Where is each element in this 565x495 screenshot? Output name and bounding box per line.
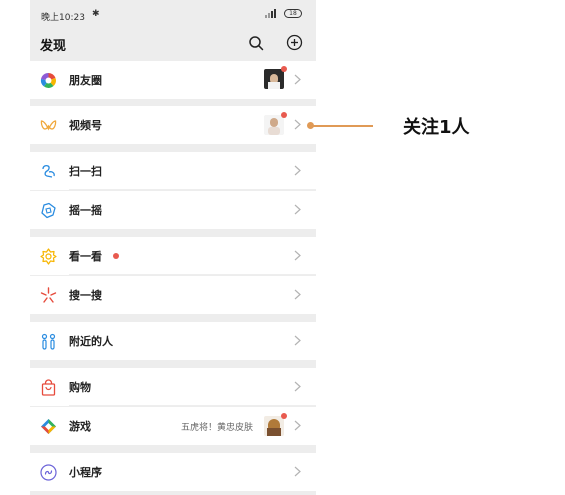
chevron-right-icon <box>294 381 301 392</box>
page-title: 发现 <box>40 39 67 54</box>
annotation-label: 关注1人 <box>403 117 470 138</box>
mini-programs-icon <box>40 464 57 481</box>
annotation-line <box>312 125 373 127</box>
chevron-right-icon <box>294 204 301 215</box>
list-item-nearby[interactable]: 附近的人 <box>30 322 316 360</box>
row-divider <box>69 189 316 190</box>
row-divider <box>69 405 316 406</box>
search-sparkle-icon <box>40 287 57 303</box>
mini-programs-label: 小程序 <box>69 466 102 479</box>
list-item-top-stories[interactable]: 看一看 <box>30 237 316 275</box>
scan-label: 扫一扫 <box>69 165 102 178</box>
games-new-dot <box>281 413 287 419</box>
signal-icon <box>265 9 276 18</box>
chevron-right-icon <box>294 250 301 261</box>
bluetooth-icon: ✱ <box>92 9 100 19</box>
top-stories-icon <box>40 248 57 265</box>
row-divider <box>69 274 316 275</box>
games-promo-thumbnail <box>264 416 284 436</box>
nearby-label: 附近的人 <box>69 335 113 348</box>
shake-label: 摇一摇 <box>69 204 102 217</box>
battery-icon: 18 <box>284 9 302 18</box>
games-diamond-icon <box>41 419 56 434</box>
channels-label: 视频号 <box>69 119 102 132</box>
moments-aperture-icon <box>40 72 56 88</box>
games-promo-text: 五虎将！黄忠皮肤 <box>181 423 254 433</box>
top-stories-label: 看一看 <box>69 250 102 263</box>
list-item-shopping[interactable]: 购物 <box>30 368 316 406</box>
moments-thumbnail <box>264 69 284 89</box>
nearby-people-icon <box>41 333 56 350</box>
channels-new-dot <box>281 112 287 118</box>
list-item-channels[interactable]: 视频号 <box>30 106 316 144</box>
chevron-right-icon <box>294 420 301 431</box>
list-item-shake[interactable]: 摇一摇 <box>30 191 316 229</box>
list-item-moments[interactable]: 朋友圈 <box>30 61 316 99</box>
games-label: 游戏 <box>69 420 91 433</box>
list-item-search[interactable]: 搜一搜 <box>30 276 316 314</box>
moments-new-dot <box>281 66 287 72</box>
channels-butterfly-icon <box>40 120 57 131</box>
scan-icon <box>42 164 55 178</box>
search-icon[interactable] <box>248 35 264 51</box>
chevron-right-icon <box>294 165 301 176</box>
chevron-right-icon <box>294 466 301 477</box>
plus-circle-icon[interactable] <box>286 34 303 51</box>
list-item-mini-programs[interactable]: 小程序 <box>30 453 316 491</box>
phone-screen: 晚上10:23 ✱ 18 发现 朋友圈 视频号 扫一扫 摇一摇 看一看 搜一搜 … <box>30 0 316 495</box>
status-bar: 晚上10:23 ✱ 18 <box>30 0 316 28</box>
chevron-right-icon <box>294 289 301 300</box>
top-stories-new-dot <box>113 253 119 259</box>
channels-avatar <box>264 115 284 135</box>
list-item-scan[interactable]: 扫一扫 <box>30 152 316 190</box>
search-label: 搜一搜 <box>69 289 102 302</box>
status-time: 晚上10:23 <box>41 13 85 23</box>
chevron-right-icon <box>294 119 301 130</box>
shopping-label: 购物 <box>69 381 91 394</box>
shopping-bag-icon <box>41 379 56 396</box>
shake-icon <box>41 202 56 219</box>
moments-label: 朋友圈 <box>69 74 102 87</box>
list-item-games[interactable]: 游戏 五虎将！黄忠皮肤 <box>30 407 316 445</box>
chevron-right-icon <box>294 335 301 346</box>
nav-bar: 发现 <box>30 28 316 60</box>
chevron-right-icon <box>294 74 301 85</box>
